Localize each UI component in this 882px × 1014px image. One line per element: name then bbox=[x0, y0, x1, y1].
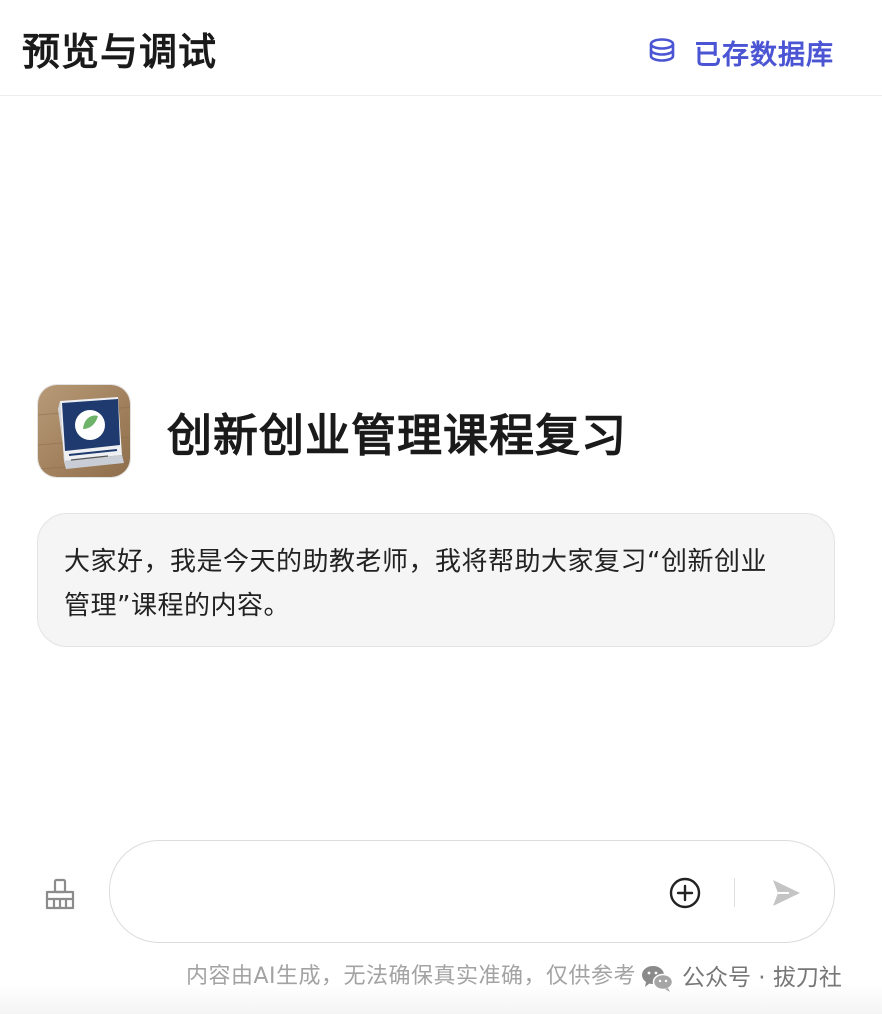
message-line: 大家好，我是今天的助教老师，我将帮助大家复习“创新创业 bbox=[64, 547, 767, 577]
product-box-avatar bbox=[38, 385, 130, 477]
chat-composer bbox=[109, 840, 835, 943]
bot-avatar bbox=[37, 384, 131, 478]
watermark: 公众号 · 拔刀社 bbox=[640, 962, 842, 994]
plus-circle-icon[interactable] bbox=[668, 876, 702, 910]
ai-disclaimer: 内容由AI生成，无法确保真实准确，仅供参考 bbox=[186, 964, 637, 989]
broom-icon[interactable] bbox=[42, 876, 78, 912]
page-title: 预览与调试 bbox=[22, 30, 218, 74]
message-line: 管理”课程的内容。 bbox=[64, 591, 290, 621]
composer-divider bbox=[734, 878, 735, 907]
database-icon bbox=[649, 38, 675, 62]
saved-database-label: 已存数据库 bbox=[694, 39, 834, 71]
assistant-message-bubble: 大家好，我是今天的助教老师，我将帮助大家复习“创新创业 管理”课程的内容。 bbox=[37, 513, 835, 647]
send-icon[interactable] bbox=[769, 876, 803, 910]
chat-input[interactable] bbox=[140, 869, 654, 917]
bot-profile: 创新创业管理课程复习 bbox=[37, 384, 627, 478]
app-header: 预览与调试 已存数据库 bbox=[0, 0, 882, 96]
bot-name: 创新创业管理课程复习 bbox=[167, 408, 628, 462]
saved-database-button[interactable]: 已存数据库 bbox=[646, 33, 834, 71]
wechat-icon bbox=[642, 966, 674, 992]
watermark-text: 公众号 · 拔刀社 bbox=[682, 965, 842, 991]
